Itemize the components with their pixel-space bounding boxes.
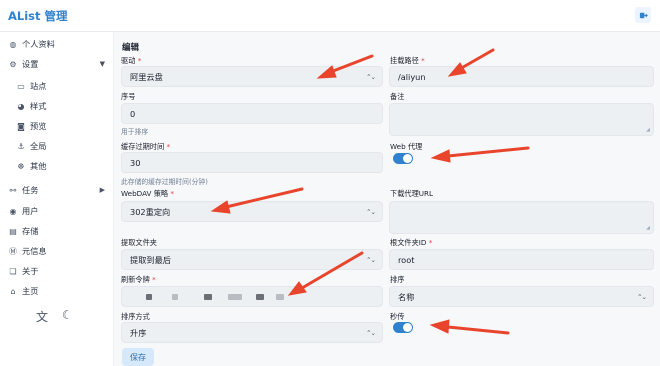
select-arrows-icon: ⌃⌄: [637, 292, 647, 301]
sidebar-item-preview[interactable]: ◙ 预览: [16, 117, 130, 135]
sidebar-footer: 文 ☾: [36, 308, 73, 325]
sidebar-item-label: 主页: [22, 286, 39, 296]
redacted-block: [204, 294, 212, 300]
anchor-icon: ⚓: [17, 141, 25, 151]
top-bar: AList 管理: [0, 0, 660, 32]
user-icon: ◉: [9, 206, 17, 216]
sidebar-item-style[interactable]: ◕ 样式: [16, 97, 130, 115]
sidebar-item-label: 用户: [22, 206, 39, 216]
order-by-label: 排序: [390, 275, 405, 284]
home-icon: ⌂: [10, 286, 16, 296]
chevron-right-icon: ▶: [99, 186, 105, 194]
cache-expiration-input[interactable]: 30: [121, 152, 383, 173]
sidebar-item-label: 全局: [30, 141, 47, 151]
sidebar-item-settings[interactable]: ⚙ 设置 ▼: [8, 55, 122, 73]
sidebar-item-label: 站点: [30, 81, 47, 91]
sidebar-item-global[interactable]: ⚓ 全局: [16, 137, 130, 155]
select-arrows-icon: ⌃⌄: [366, 328, 376, 337]
driver-label: 驱动 *: [121, 56, 142, 65]
logout-button[interactable]: [635, 7, 651, 23]
redacted-block: [146, 294, 152, 300]
database-icon: ▤: [9, 226, 17, 236]
redacted-block: [228, 294, 242, 300]
root-folder-id-input[interactable]: root: [389, 249, 654, 270]
sidebar-item-other[interactable]: ☸ 其他: [16, 157, 130, 175]
cache-expiration-help: 此存储的缓存过期时间(分钟): [121, 178, 208, 186]
more-icon: ☸: [17, 161, 25, 171]
sidebar-item-home[interactable]: ⌂ 主页: [8, 282, 122, 300]
logout-icon: [639, 12, 648, 18]
sidebar-item-profile[interactable]: ◍ 个人资料: [8, 35, 122, 53]
chevron-down-icon: ▼: [99, 60, 105, 68]
save-button[interactable]: 保存: [122, 348, 154, 366]
sidebar-item-label: 样式: [30, 101, 47, 111]
meta-icon: Ⓜ: [9, 246, 17, 256]
page-title: 编辑: [122, 43, 140, 53]
sidebar-item-label: 设置: [22, 59, 39, 69]
order-input[interactable]: 0: [121, 103, 383, 124]
language-icon[interactable]: 文: [36, 308, 48, 325]
sidebar-item-storage[interactable]: ▤ 存储: [8, 222, 122, 240]
web-proxy-toggle[interactable]: [393, 153, 413, 164]
sidebar-item-label: 元信息: [22, 246, 47, 256]
mount-path-input[interactable]: /aliyun: [389, 66, 654, 87]
gear-icon: ⚙: [9, 59, 17, 69]
download-proxy-url-label: 下载代理URL: [390, 189, 434, 198]
dark-mode-moon-icon[interactable]: ☾: [62, 308, 73, 325]
sidebar-item-site[interactable]: ▭ 站点: [16, 77, 130, 95]
web-proxy-label: Web 代理: [390, 142, 423, 151]
sidebar-item-label: 存储: [22, 226, 39, 236]
select-arrows-icon: ⌃⌄: [366, 207, 376, 216]
brand-title[interactable]: AList 管理: [8, 8, 68, 24]
sidebar-item-label: 预览: [30, 121, 47, 131]
camera-icon: ◙: [17, 121, 25, 131]
redacted-block: [172, 294, 178, 300]
refresh-token-input[interactable]: [121, 286, 383, 307]
remark-label: 备注: [390, 92, 405, 101]
resize-grip-icon: ◢: [646, 225, 650, 231]
extract-folder-label: 提取文件夹: [121, 238, 157, 247]
webdav-policy-select[interactable]: 302重定向 ⌃⌄: [121, 201, 383, 222]
window-icon: ▭: [17, 81, 25, 91]
sidebar-item-label: 个人资料: [22, 39, 55, 49]
order-direction-label: 排序方式: [121, 312, 150, 321]
sidebar-item-label: 其他: [30, 161, 47, 171]
refresh-token-label: 刷新令牌 *: [121, 275, 156, 284]
select-arrows-icon: ⌃⌄: [366, 72, 376, 81]
rapid-upload-toggle[interactable]: [393, 322, 413, 333]
rapid-upload-label: 秒传: [390, 312, 405, 321]
info-icon: ❏: [9, 266, 17, 276]
order-label: 序号: [121, 92, 136, 101]
resize-grip-icon: ◢: [646, 127, 650, 133]
user-circle-icon: ◍: [9, 39, 17, 49]
webdav-policy-label: WebDAV 策略 *: [121, 189, 175, 198]
order-direction-select[interactable]: 升序 ⌃⌄: [121, 322, 383, 343]
redacted-block: [256, 294, 264, 300]
sidebar-item-label: 任务: [22, 185, 39, 195]
remark-textarea[interactable]: ◢: [389, 103, 654, 136]
sidebar-item-tasks[interactable]: ⚯ 任务 ▶: [8, 181, 122, 199]
order-by-select[interactable]: 名称 ⌃⌄: [389, 286, 654, 307]
download-proxy-url-textarea[interactable]: ◢: [389, 201, 654, 234]
driver-select[interactable]: 阿里云盘 ⌃⌄: [121, 66, 383, 87]
select-arrows-icon: ⌃⌄: [366, 255, 376, 264]
sidebar-item-users[interactable]: ◉ 用户: [8, 202, 122, 220]
extract-folder-select[interactable]: 提取到最后 ⌃⌄: [121, 249, 383, 270]
sidebar-item-label: 关于: [22, 266, 39, 276]
mount-path-label: 挂载路径 *: [390, 56, 425, 65]
tasks-icon: ⚯: [9, 185, 17, 195]
palette-icon: ◕: [17, 101, 25, 111]
root-folder-id-label: 根文件夹ID *: [390, 238, 433, 247]
sidebar-item-about[interactable]: ❏ 关于: [8, 262, 122, 280]
cache-expiration-label: 缓存过期时间 *: [121, 142, 171, 151]
order-help: 用于排序: [121, 128, 149, 136]
sidebar-item-meta[interactable]: Ⓜ 元信息: [8, 242, 122, 260]
redacted-block: [276, 294, 284, 300]
